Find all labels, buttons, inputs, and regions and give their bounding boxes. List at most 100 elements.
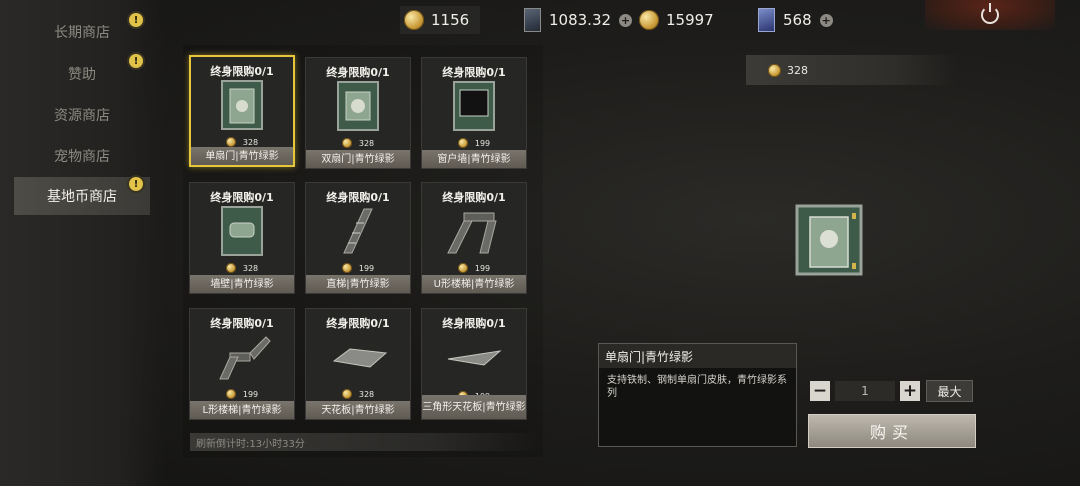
coin-icon [341,263,352,273]
shop-item-double-door[interactable]: 终身限购0/1 328 双扇门|青竹绿影 [305,57,411,169]
coin-icon [341,389,352,399]
shop-sidebar: 长期商店 ! 赞助 ! 资源商店 宠物商店 基地币商店 ! [0,0,165,486]
shop-item-window-wall[interactable]: 终身限购0/1 199 窗户墙|青竹绿影 [421,57,527,169]
sidebar-item-label: 长期商店 [54,25,110,41]
sidebar-item-label: 基地币商店 [47,189,117,205]
shop-item-u-stair[interactable]: 终身限购0/1 199 U形楼梯|青竹绿影 [421,182,527,294]
shop-item-straight-stair[interactable]: 终身限购0/1 199 直梯|青竹绿影 [305,182,411,294]
item-limit: 终身限购0/1 [210,317,274,330]
coin-icon [457,138,468,148]
item-price: 328 [306,389,410,399]
power-button[interactable] [925,0,1055,30]
currency-card-value: 1083.32 [549,11,612,29]
quantity-increase-button[interactable]: + [900,381,920,401]
shop-item-wall[interactable]: 终身限购0/1 328 墙壁|青竹绿影 [189,182,295,294]
coin-icon [341,138,352,148]
gold-coin-icon [404,10,424,30]
ceiling-icon [332,348,388,368]
currency-coin: 15997 [639,5,714,35]
sidebar-item-label: 宠物商店 [54,149,110,165]
item-name: 双扇门|青竹绿影 [306,150,410,168]
refresh-countdown: 刷新倒计时:13小时33分 [190,433,540,451]
item-price-value: 328 [358,389,375,399]
currency-coin-value: 15997 [666,11,714,29]
item-name: 三角形天花板|青竹绿影 [422,395,526,419]
item-price-value: 199 [358,263,375,273]
sidebar-item-label: 资源商店 [54,108,110,124]
item-limit: 终身限购0/1 [210,65,274,78]
item-price-value: 328 [358,138,375,148]
alert-badge: ! [129,177,143,191]
alert-badge: ! [129,13,143,27]
item-limit: 终身限购0/1 [326,191,390,204]
premium-card-icon [758,8,775,32]
currency-gold-value: 1156 [431,11,470,29]
item-price: 199 [422,263,526,273]
detail-price: 328 [746,55,956,85]
shop-item-l-stair[interactable]: 终身限购0/1 199 L形楼梯|青竹绿影 [189,308,295,420]
coin-icon [225,389,236,399]
item-price-value: 199 [474,138,491,148]
item-limit: 终身限购0/1 [326,66,390,79]
wall-icon [221,206,263,256]
quantity-decrease-button[interactable]: − [810,381,830,401]
coin-icon [768,63,781,77]
item-price: 328 [190,263,294,273]
item-price-value: 199 [474,263,491,273]
item-name: 直梯|青竹绿影 [306,275,410,293]
item-name: U形楼梯|青竹绿影 [422,275,526,293]
shop-item-triangle-ceiling[interactable]: 终身限购0/1 199 三角形天花板|青竹绿影 [421,308,527,420]
sidebar-item-pet-shop[interactable]: 宠物商店 [14,137,150,175]
item-limit: 终身限购0/1 [442,317,506,330]
coin-icon [225,263,236,273]
item-name: 天花板|青竹绿影 [306,401,410,419]
sidebar-item-resource-shop[interactable]: 资源商店 [14,96,150,134]
currency-gold: 1156 [404,5,469,35]
double-door-icon [337,81,379,131]
quantity-field[interactable]: 1 [835,381,895,401]
shop-item-single-door[interactable]: 终身限购0/1 328 单扇门|青竹绿影 [189,55,295,167]
add-premium-button[interactable]: + [819,13,833,27]
currency-premium-value: 568 [783,11,812,29]
item-name: 单扇门|青竹绿影 [191,147,293,165]
item-detail-title: 单扇门|青竹绿影 [599,344,796,368]
stair-icon [343,208,373,254]
item-name: L形楼梯|青竹绿影 [190,401,294,419]
item-price: 199 [190,389,294,399]
coin-icon [225,137,236,147]
item-preview-image [795,204,863,276]
item-price: 199 [422,138,526,148]
item-name: 窗户墙|青竹绿影 [422,150,526,168]
alert-badge: ! [129,54,143,68]
item-price-value: 328 [242,137,259,147]
u-stair-icon [447,212,497,254]
max-quantity-button[interactable]: 最大 [926,380,973,402]
sidebar-item-label: 赞助 [68,67,96,83]
door-icon [221,80,263,130]
detail-price-value: 328 [787,63,808,77]
item-price-value: 328 [242,263,259,273]
window-wall-icon [453,81,495,131]
item-detail-description: 支持铁制、钢制单扇门皮肤，青竹绿影系列 [607,375,787,399]
coin-icon [639,10,659,30]
item-description-box: 单扇门|青竹绿影 支持铁制、钢制单扇门皮肤，青竹绿影系列 [598,343,797,447]
buy-button[interactable]: 购买 [808,414,976,448]
item-limit: 终身限购0/1 [442,191,506,204]
item-price: 328 [191,137,293,147]
item-limit: 终身限购0/1 [442,66,506,79]
power-icon [981,3,999,24]
coin-icon [457,263,468,273]
add-card-button[interactable]: + [619,13,633,27]
item-name: 墙壁|青竹绿影 [190,275,294,293]
item-price: 328 [306,138,410,148]
currency-card: 1083.32 + [524,5,633,35]
l-stair-icon [219,336,271,380]
shop-item-ceiling[interactable]: 终身限购0/1 328 天花板|青竹绿影 [305,308,411,420]
triangle-ceiling-icon [447,350,502,366]
item-limit: 终身限购0/1 [326,317,390,330]
currency-premium: 568 + [758,5,833,35]
item-price-value: 199 [242,389,259,399]
item-limit: 终身限购0/1 [210,191,274,204]
item-price: 199 [306,263,410,273]
card-icon [524,8,541,32]
